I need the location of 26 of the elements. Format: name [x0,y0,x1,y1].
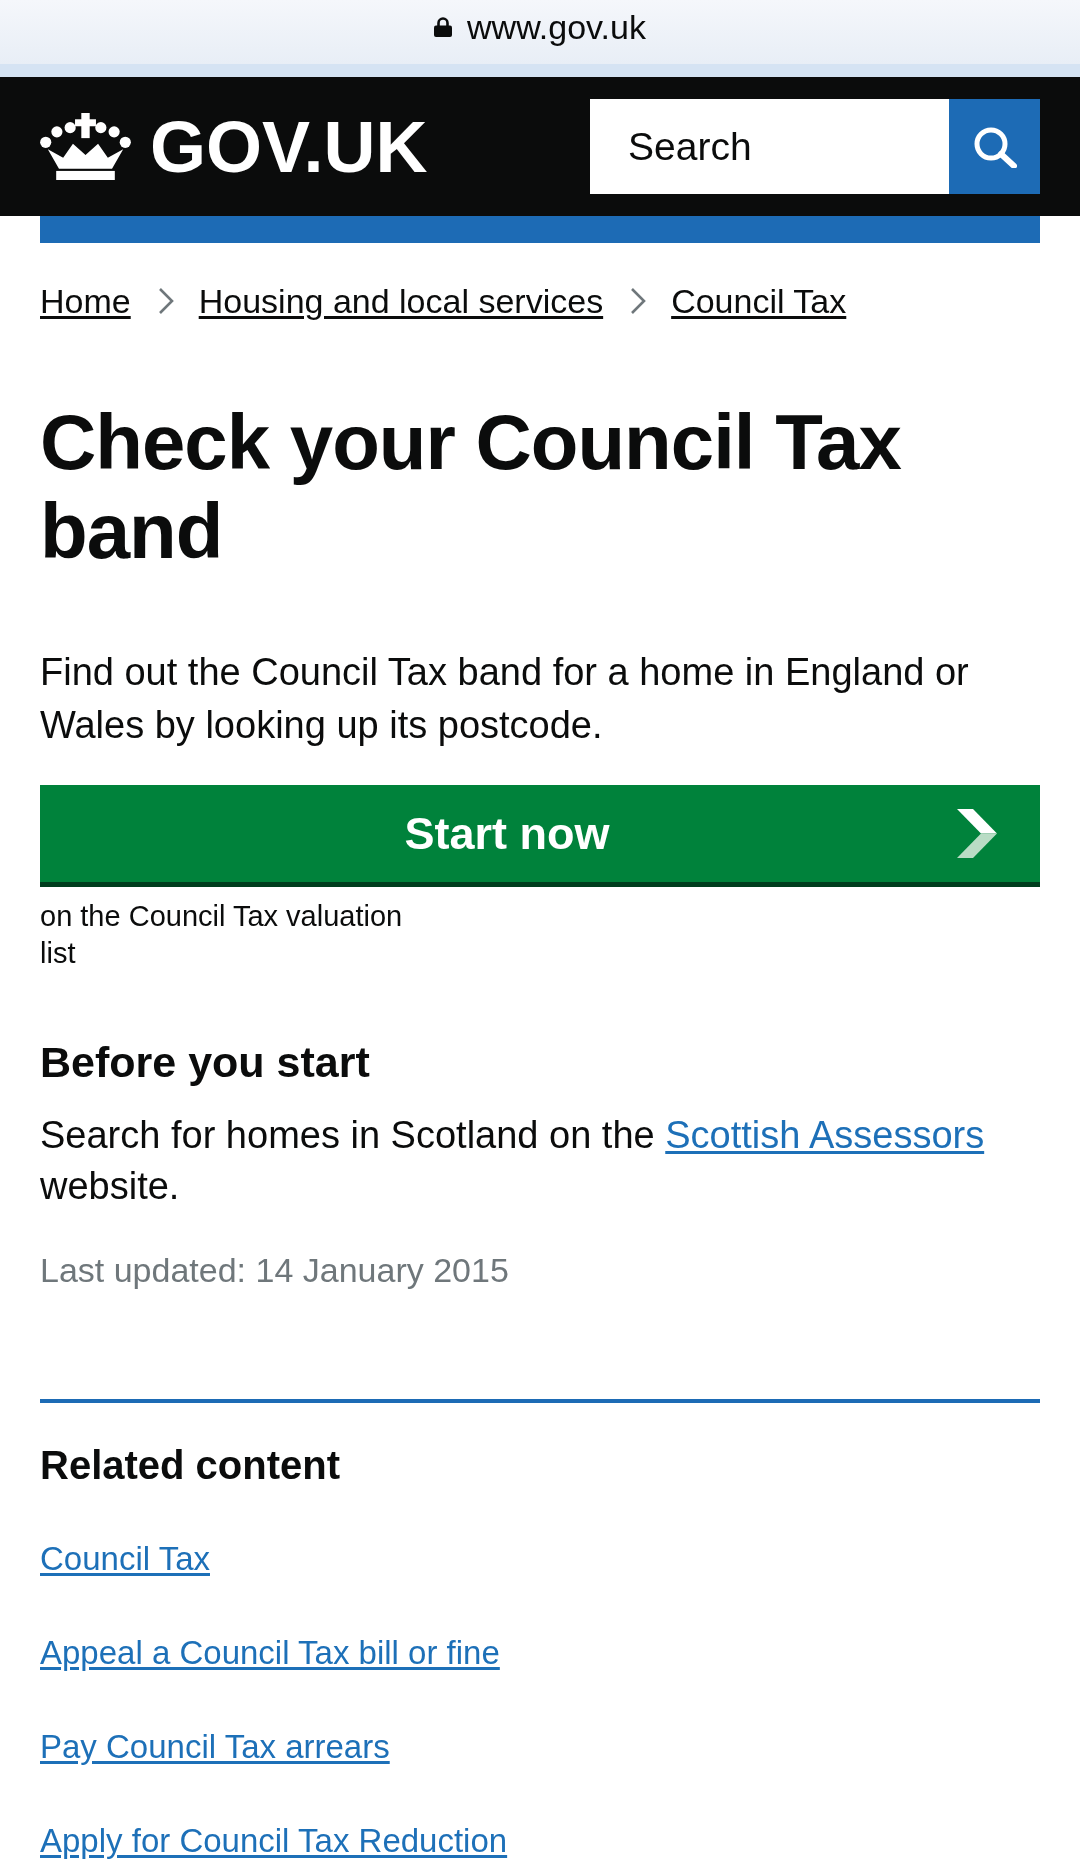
related-link[interactable]: Apply for Council Tax Reduction [40,1822,508,1859]
related-link[interactable]: Appeal a Council Tax bill or fine [40,1634,500,1671]
lead-paragraph: Find out the Council Tax band for a home in England or Wales by looking up its postcode. [40,650,970,748]
related-link[interactable]: Council Tax [40,1540,210,1577]
search-field[interactable]: Search [590,99,949,194]
chevron-icon [629,287,648,315]
page-title: Check your Council Tax band [40,398,902,576]
logo-link[interactable]: GOV.UK [39,110,428,183]
url-text: www.gov.uk [467,7,646,47]
section-heading: Before you start [40,1037,371,1087]
breadcrumb-link[interactable]: Council Tax [671,281,847,321]
section-heading: Related content [40,1442,342,1488]
body-paragraph: Search for homes in Scotland on the Scottish Assessors website. [40,1113,986,1209]
search-icon [972,125,1017,168]
last-updated-text: Last updated: 14 January 2015 [40,1250,510,1290]
crown-icon [39,113,132,180]
text-link[interactable]: Scottish Assessors [665,1114,985,1156]
related-link[interactable]: Pay Council Tax arrears [40,1728,390,1765]
chevron-icon [156,287,175,315]
breadcrumb-link[interactable]: Housing and local services [198,281,604,321]
search-button[interactable] [949,99,1040,194]
start-button[interactable]: Start now [40,785,1040,887]
lock-icon [434,17,453,37]
chevron-icon [957,809,997,858]
start-note: on the Council Tax valuation list [40,899,404,971]
breadcrumb-link[interactable]: Home [40,281,131,321]
